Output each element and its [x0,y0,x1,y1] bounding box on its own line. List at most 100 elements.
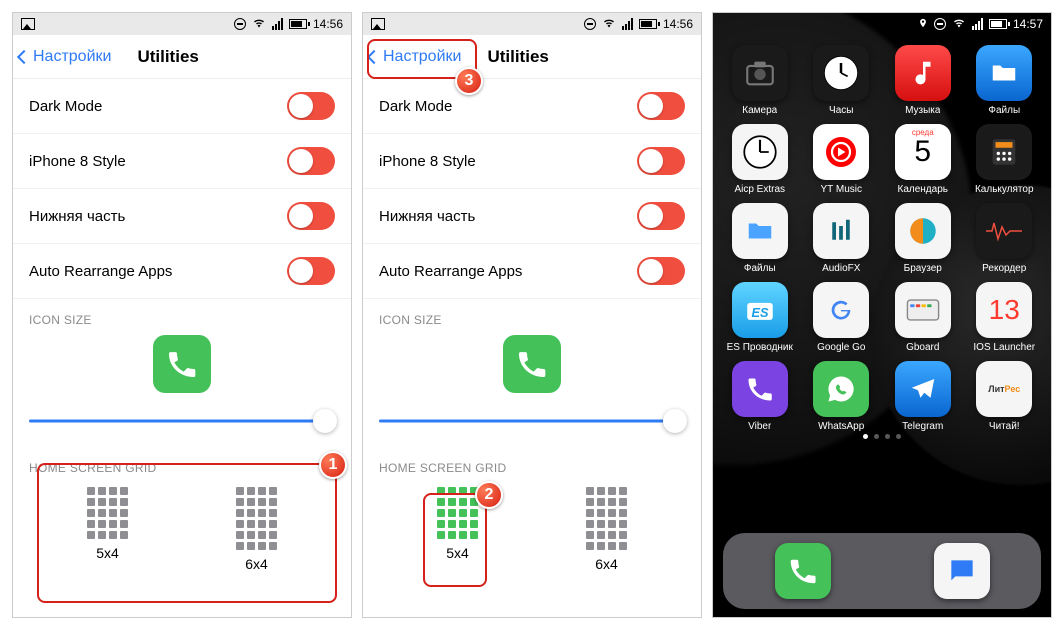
app-календарь[interactable]: среда5Календарь [884,124,962,195]
app-icon [732,45,788,101]
toggle-switch[interactable] [287,147,335,175]
dock-phone-icon[interactable] [775,543,831,599]
status-bar: 14:56 [13,13,351,35]
icon-size-slider[interactable] [379,409,685,433]
app-yt-music[interactable]: YT Music [803,124,881,195]
app-калькулятор[interactable]: Калькулятор [966,124,1044,195]
toggle-switch[interactable] [287,92,335,120]
grid-option-5x4[interactable]: 5x4 [437,487,478,572]
back-button[interactable]: Настройки [19,44,117,70]
grid-options: 5x4 6x4 [363,479,701,596]
app-whatsapp[interactable]: WhatsApp [803,361,881,432]
section-home-grid: HOME SCREEN GRID [13,447,351,479]
app-label: Камера [742,105,777,116]
app-icon [895,361,951,417]
status-bar: 14:56 [363,13,701,35]
toggle-row-bottom[interactable]: Нижняя часть [363,189,701,244]
app-label: Viber [748,421,771,432]
toggle-row-dark-mode[interactable]: Dark Mode [363,79,701,134]
toggle-switch[interactable] [637,257,685,285]
app-audiofx[interactable]: AudioFX [803,203,881,274]
app-файлы[interactable]: Файлы [966,45,1044,116]
app-gboard[interactable]: Gboard [884,282,962,353]
app-ios-launcher[interactable]: 13IOS Launcher [966,282,1044,353]
status-time: 14:56 [663,17,693,31]
section-icon-size: ICON SIZE [13,299,351,331]
annotation-badge-1: 1 [319,451,347,479]
app-браузер[interactable]: Браузер [884,203,962,274]
wifi-icon [952,17,966,32]
battery-icon [289,19,307,29]
dock-messages-icon[interactable] [934,543,990,599]
app-label: IOS Launcher [973,342,1035,353]
app-icon [732,203,788,259]
home-wallpaper: Камера Часы Музыка Файлы Aicp Extras YT Music… [713,35,1051,618]
app-icon [976,124,1032,180]
chevron-left-icon [367,49,381,63]
app-aicp-extras[interactable]: Aicp Extras [721,124,799,195]
chevron-left-icon [17,49,31,63]
toggle-switch[interactable] [637,202,685,230]
app-label: YT Music [821,184,863,195]
app-google-go[interactable]: Google Go [803,282,881,353]
phone-screenshot-1: 14:56 Настройки Utilities Dark Mode iPho… [12,12,352,618]
nav-bar: Настройки Utilities [363,35,701,79]
app-label: Файлы [988,105,1020,116]
app-label: Музыка [905,105,940,116]
app-icon [895,203,951,259]
app-часы[interactable]: Часы [803,45,881,116]
section-home-grid: HOME SCREEN GRID [363,447,701,479]
app-icon: ЛитРес [976,361,1032,417]
app-telegram[interactable]: Telegram [884,361,962,432]
toggle-row-bottom[interactable]: Нижняя часть [13,189,351,244]
app-label: Файлы [744,263,776,274]
toggle-row-rearrange[interactable]: Auto Rearrange Apps [363,244,701,299]
phone-screenshot-2: 14:56 Настройки Utilities Dark Mode iPho… [362,12,702,618]
app-icon [813,124,869,180]
app-читай![interactable]: ЛитРес Читай! [966,361,1044,432]
grid-options: 5x4 6x4 [13,479,351,596]
app-icon: среда5 [895,124,951,180]
settings-list: Dark Mode iPhone 8 Style Нижняя часть Au… [363,79,701,299]
grid-option-6x4[interactable]: 6x4 [236,487,277,572]
toggle-switch[interactable] [637,92,685,120]
toggle-switch[interactable] [287,257,335,285]
app-музыка[interactable]: Музыка [884,45,962,116]
toggle-row-iphone8[interactable]: iPhone 8 Style [13,134,351,189]
back-label: Настройки [383,48,461,66]
annotation-badge-3: 3 [455,67,483,95]
app-рекордер[interactable]: Рекордер [966,203,1044,274]
app-label: Aicp Extras [734,184,785,195]
app-label: Браузер [904,263,942,274]
toggle-switch[interactable] [637,147,685,175]
app-label: Читай! [989,421,1020,432]
page-indicator [713,434,1051,439]
grid-option-6x4[interactable]: 6x4 [586,487,627,572]
app-камера[interactable]: Камера [721,45,799,116]
app-icon [895,282,951,338]
grid-option-5x4[interactable]: 5x4 [87,487,128,572]
toggle-row-iphone8[interactable]: iPhone 8 Style [363,134,701,189]
dock [723,533,1041,609]
app-label: WhatsApp [818,421,864,432]
app-icon [813,45,869,101]
status-time: 14:57 [1013,17,1043,31]
app-label: Gboard [906,342,939,353]
back-button[interactable]: Настройки [369,44,467,70]
app-icon [813,361,869,417]
icon-size-preview [13,331,351,399]
wifi-icon [602,17,616,32]
toggle-switch[interactable] [287,202,335,230]
app-icon [976,45,1032,101]
app-es-проводник[interactable]: ESES Проводник [721,282,799,353]
wifi-icon [252,17,266,32]
annotation-badge-2: 2 [475,481,503,509]
app-viber[interactable]: Viber [721,361,799,432]
icon-size-slider[interactable] [29,409,335,433]
app-файлы[interactable]: Файлы [721,203,799,274]
section-icon-size: ICON SIZE [363,299,701,331]
settings-list: Dark Mode iPhone 8 Style Нижняя часть Au… [13,79,351,299]
toggle-row-rearrange[interactable]: Auto Rearrange Apps [13,244,351,299]
toggle-row-dark-mode[interactable]: Dark Mode [13,79,351,134]
signal-icon [972,18,983,30]
